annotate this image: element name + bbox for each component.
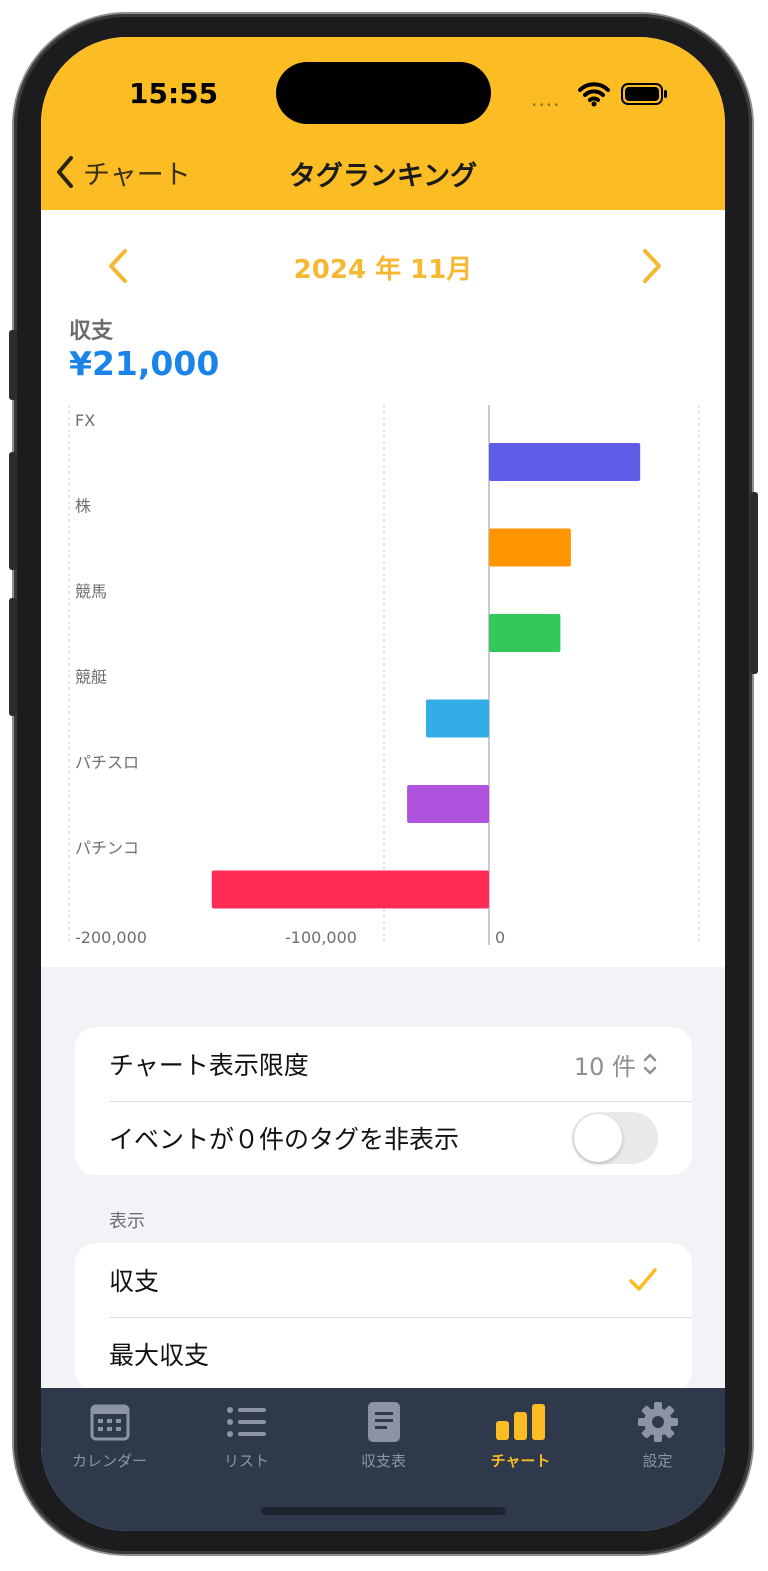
hide-empty-tags-label: イベントが０件のタグを非表示 [109,1125,460,1154]
page-title: タグランキング [288,161,478,192]
category-label: 株 [75,497,91,516]
chart-limit-row[interactable]: チャート表示限度 10 件 [75,1027,692,1101]
chart-limit-value: 10 件 [573,1052,636,1081]
next-month-button[interactable] [637,247,667,285]
battery-icon [621,83,667,105]
home-indicator [261,1507,506,1515]
volume-up-button [9,452,17,570]
month-label: 2024 年 11月 [293,255,473,285]
tab-settings[interactable]: 設定 [589,1388,725,1488]
dynamic-island [276,62,491,124]
tab-calendar-label: カレンダー [71,1452,147,1470]
gear-icon [637,1402,678,1442]
bar [211,870,490,909]
toggle-knob [574,1114,622,1162]
display-option-row[interactable]: 収支 [75,1243,692,1317]
screen: 15:55 .... チャート タグランキング 2024 年 11月 収支 ¥2… [41,37,725,1531]
bar [489,528,571,567]
x-tick-label: -100,000 [285,928,357,947]
display-section-header: 表示 [109,1211,145,1232]
category-label: 競馬 [75,582,107,601]
category-label: FX [75,411,95,430]
wifi-icon [578,82,610,107]
chevron-up-down-icon [643,1053,657,1075]
metric-value: ¥21,000 [69,344,220,383]
chart-limit-picker[interactable]: 10 件 [574,1047,658,1082]
tab-chart-label: チャート [490,1452,551,1470]
category-label: パチンコ [75,839,139,858]
action-button [9,330,17,400]
tab-list-label: リスト [223,1452,269,1470]
volume-down-button [9,598,17,716]
chart-settings-group: チャート表示限度 10 件 イベントが０件のタグを非表示 [75,1027,692,1175]
bar [489,614,561,652]
display-options-group: 収支 最大収支 [75,1243,692,1391]
tab-calendar[interactable]: カレンダー [41,1388,178,1488]
hide-empty-tags-toggle[interactable] [572,1112,658,1164]
category-label: パチスロ [75,753,139,772]
chart-limit-label: チャート表示限度 [109,1051,309,1080]
list-icon [226,1407,266,1437]
display-option-label: 最大収支 [109,1341,210,1370]
x-tick-label: 0 [495,928,505,947]
document-icon [367,1402,400,1442]
calendar-icon [90,1404,129,1441]
tab-list[interactable]: リスト [178,1388,315,1488]
status-time: 15:55 [129,77,219,110]
bar [426,699,489,738]
power-button [750,492,758,674]
tab-statement-label: 収支表 [360,1452,406,1470]
tab-chart[interactable]: チャート [452,1388,589,1488]
bar-chart-icon [495,1404,545,1440]
category-label: 競艇 [75,668,107,687]
bar [489,443,641,481]
display-option-row[interactable]: 最大収支 [75,1317,692,1391]
cellular-signal-icon: .... [531,87,561,111]
hide-empty-tags-row: イベントが０件のタグを非表示 [75,1101,692,1175]
tab-settings-label: 設定 [642,1452,673,1470]
x-tick-label: -200,000 [75,928,147,947]
tag-ranking-chart: FX 株競馬競艇パチスロパチンコ -200,000 -100,000 0 [68,405,700,947]
bar [407,785,489,823]
display-option-label: 収支 [109,1267,160,1296]
metric-label: 収支 [69,319,114,344]
checkmark-icon [629,1268,657,1291]
tab-statement[interactable]: 収支表 [315,1388,452,1488]
